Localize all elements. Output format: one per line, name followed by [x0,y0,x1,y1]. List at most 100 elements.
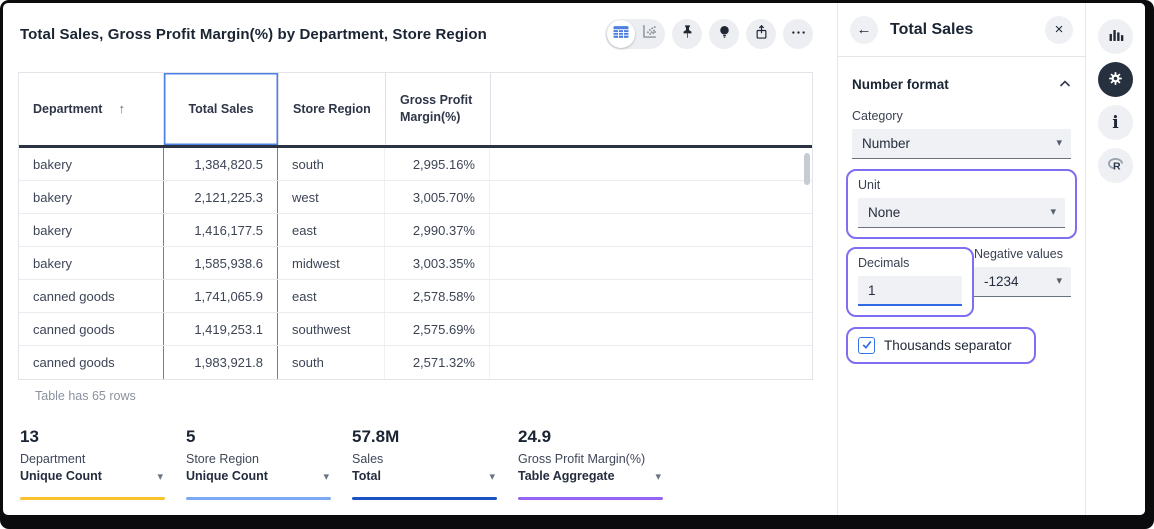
app-window: Total Sales, Gross Profit Margin(%) by D… [3,3,1145,515]
stat-value: 5 [186,427,352,447]
negative-values-label: Negative values [974,247,1071,261]
negative-values-group: Negative values -1234 ▾ [974,247,1071,317]
stat-aggregation-dropdown[interactable]: Unique Count ▾ [20,469,165,483]
settings-button[interactable] [1098,62,1133,97]
stat-value: 57.8M [352,427,518,447]
pin-button[interactable] [672,19,702,49]
more-button[interactable] [783,19,813,49]
decimals-label: Decimals [858,256,962,270]
stat-card-department: 13 Department Unique Count ▾ [20,427,186,500]
stat-card-store-region: 5 Store Region Unique Count ▾ [186,427,352,500]
decimals-negative-row: Decimals Negative values -1234 ▾ [852,247,1071,317]
stat-underline [352,497,497,500]
thousands-separator-checkbox[interactable] [858,337,875,354]
chevron-down-icon: ▾ [489,470,495,483]
column-header-store-region[interactable]: Store Region [279,73,386,145]
category-label: Category [852,109,1071,123]
data-table: Department ↑ Total Sales Store Region Gr… [18,72,813,380]
negative-values-select[interactable]: -1234 ▾ [974,267,1071,297]
table-row: canned goods1,419,253.1southwest2,575.69… [19,313,812,346]
scatter-chart-icon [640,22,659,46]
share-button[interactable] [746,19,776,49]
panel-header: ← Total Sales × [838,3,1085,57]
info-icon: i [1112,113,1118,133]
unit-highlight-box: Unit None ▾ [846,169,1077,239]
column-header-total-sales[interactable]: Total Sales [164,73,279,145]
row-count-note: Table has 65 rows [35,389,136,403]
main-area: Total Sales, Gross Profit Margin(%) by D… [3,3,837,515]
chevron-down-icon: ▾ [1056,267,1062,296]
page-title: Total Sales, Gross Profit Margin(%) by D… [20,26,487,43]
table-view-button[interactable] [607,20,635,48]
checkmark-icon [861,337,873,355]
bar-chart-icon [1106,26,1125,48]
back-arrow-icon: ← [857,21,872,38]
insights-button[interactable] [709,19,739,49]
decimals-input[interactable] [858,276,962,306]
stat-underline [20,497,165,500]
stat-aggregation-dropdown[interactable]: Total ▾ [352,469,497,483]
thousands-separator-highlight-box: Thousands separator [846,327,1036,364]
decimals-highlight-box: Decimals [846,247,974,317]
stat-value: 24.9 [518,427,684,447]
stat-label: Department [20,452,186,466]
chevron-down-icon: ▾ [655,470,661,483]
table-vertical-scrollbar[interactable] [804,153,810,185]
sort-ascending-icon[interactable]: ↑ [118,100,125,118]
stat-label: Sales [352,452,518,466]
panel-title: Total Sales [890,21,1045,39]
side-icon-rail: i R [1085,3,1145,515]
number-format-section-header[interactable]: Number format [852,75,1071,93]
info-button[interactable]: i [1098,105,1133,140]
chevron-up-icon [1059,75,1071,93]
back-button[interactable]: ← [850,16,878,44]
share-icon [752,23,771,45]
stat-value: 13 [20,427,186,447]
panel-body: Number format Category Number ▾ Unit Non… [838,57,1085,364]
close-panel-button[interactable]: × [1045,16,1073,44]
r-logo-icon: R [1105,154,1126,178]
gear-icon [1106,69,1125,91]
thousands-separator-label: Thousands separator [884,338,1012,353]
table-icon [611,22,631,47]
summary-stats: 13 Department Unique Count ▾ 5 Store Reg… [20,427,684,500]
stat-label: Store Region [186,452,352,466]
table-header-row: Department ↑ Total Sales Store Region Gr… [19,73,812,148]
stat-underline [518,497,663,500]
view-toggle [605,19,665,49]
stat-card-sales: 57.8M Sales Total ▾ [352,427,518,500]
column-header-gross-profit-margin[interactable]: Gross Profit Margin(%) [386,73,491,145]
section-title: Number format [852,77,949,92]
chevron-down-icon: ▾ [1056,129,1062,158]
table-body: bakery1,384,820.5south2,995.16% bakery2,… [19,148,812,379]
close-icon: × [1055,21,1064,38]
table-row: bakery2,121,225.3west3,005.70% [19,181,812,214]
column-header-department[interactable]: Department ↑ [19,73,164,145]
ellipsis-icon [789,23,808,45]
chevron-down-icon: ▾ [323,470,329,483]
table-row: bakery1,416,177.5east2,990.37% [19,214,812,247]
table-row: bakery1,384,820.5south2,995.16% [19,148,812,181]
table-row: bakery1,585,938.6midwest3,003.35% [19,247,812,280]
chart-view-button[interactable] [635,20,663,48]
pin-icon [678,23,697,45]
chevron-down-icon: ▾ [157,470,163,483]
chart-properties-button[interactable] [1098,19,1133,54]
stat-aggregation-dropdown[interactable]: Table Aggregate ▾ [518,469,663,483]
category-select[interactable]: Number ▾ [852,129,1071,159]
unit-select[interactable]: None ▾ [858,198,1065,228]
window-frame: Total Sales, Gross Profit Margin(%) by D… [0,0,1154,529]
chevron-down-icon: ▾ [1050,198,1056,227]
unit-label: Unit [858,178,1065,192]
format-panel: ← Total Sales × Number format Category N… [837,3,1085,515]
table-row: canned goods1,741,065.9east2,578.58% [19,280,812,313]
r-logo-button[interactable]: R [1098,148,1133,183]
stat-label: Gross Profit Margin(%) [518,452,684,466]
svg-text:R: R [1113,160,1121,172]
stat-underline [186,497,331,500]
column-header-empty[interactable] [491,73,812,145]
table-row: canned goods1,983,921.8south2,571.32% [19,346,812,379]
toolbar [605,19,813,49]
stat-aggregation-dropdown[interactable]: Unique Count ▾ [186,469,331,483]
element-header: Total Sales, Gross Profit Margin(%) by D… [20,15,813,53]
